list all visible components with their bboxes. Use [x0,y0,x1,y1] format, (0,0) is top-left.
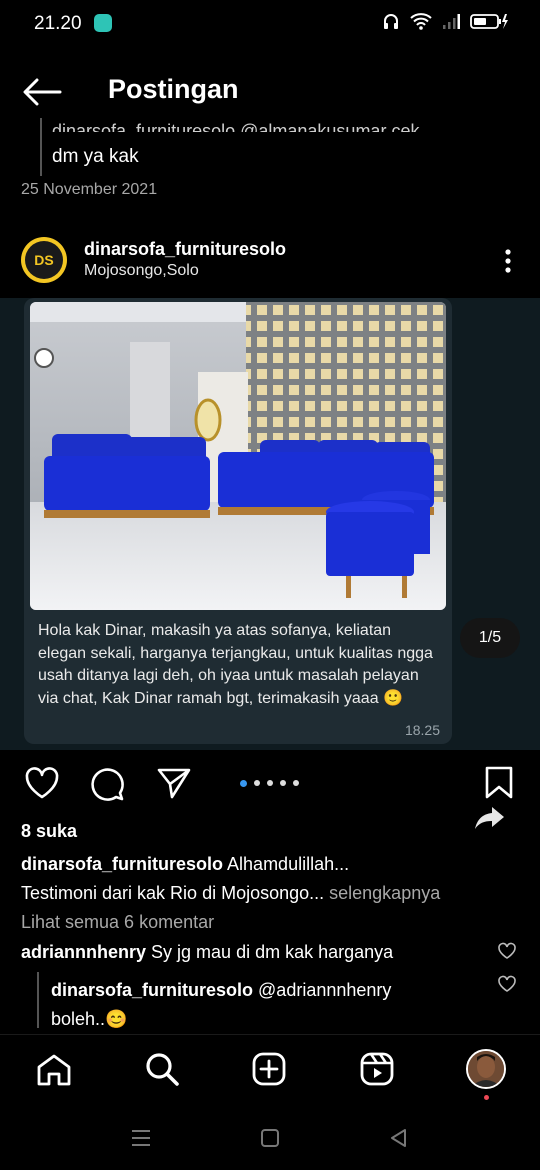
battery-icon [470,14,508,29]
reply-text: dm ya kak [52,146,139,167]
notification-icon [94,14,112,32]
caption-username[interactable]: dinarsofa_furnituresolo [21,854,223,874]
carousel-dot [293,780,299,786]
profile-avatar[interactable]: DS [21,237,67,283]
back-button-icon[interactable] [388,1128,408,1148]
comment-icon[interactable] [90,766,126,802]
carousel-dots [240,780,299,787]
chat-bubble: Hola kak Dinar, makasih ya atas sofanya,… [24,298,452,744]
bookmark-icon[interactable] [484,766,514,800]
wifi-icon [410,13,432,30]
post-image[interactable]: Hola kak Dinar, makasih ya atas sofanya,… [0,298,540,829]
comment: adriannnhenry Sy jg mau di dm kak hargan… [21,942,491,963]
carousel-dot [280,780,286,786]
share-icon[interactable] [156,766,192,800]
comment-text-2: boleh..😊 [51,1009,128,1029]
cut-off-comment: dinarsofa_furnituresolo @almanakusumar c… [52,121,420,132]
profile-avatar-tab[interactable] [466,1049,506,1089]
carousel-dot [254,780,260,786]
carousel-dot [267,780,273,786]
post-caption: dinarsofa_furnituresolo Alhamdulillah...… [21,850,531,908]
recents-menu-icon[interactable] [130,1128,152,1148]
headphones-icon [384,14,398,29]
view-all-comments-link[interactable]: Lihat semua 6 komentar [21,912,214,933]
post-username[interactable]: dinarsofa_furnituresolo [84,239,286,260]
notification-dot [484,1095,489,1100]
likes-count[interactable]: 8 suka [21,821,77,842]
app-header: Postingan [0,60,540,120]
search-icon[interactable] [144,1051,180,1087]
comment-like-icon[interactable] [497,942,517,960]
caption-text-2: Testimoni dari kak Rio di Mojosongo... [21,883,325,903]
comment-text: Sy jg mau di dm kak harganya [146,942,394,962]
comment-text: @adriannnhenry [253,980,392,1000]
comment-username[interactable]: adriannnhenry [21,942,146,962]
bubble-caption: Hola kak Dinar, makasih ya atas sofanya,… [38,622,433,707]
reply-thread-line [40,118,42,176]
status-time: 21.20 [34,13,82,34]
reels-icon[interactable] [360,1052,394,1086]
comment-username[interactable]: dinarsofa_furnituresolo [51,980,253,1000]
reply-thread-line [37,972,39,1028]
status-bar: 21.20 [0,0,540,48]
back-arrow-icon[interactable] [22,78,62,106]
home-button-icon[interactable] [260,1128,280,1148]
like-icon[interactable] [24,766,60,800]
more-options-icon[interactable] [498,247,518,275]
forward-icon [475,807,504,829]
bubble-timestamp: 18.25 [404,722,440,738]
post-location[interactable]: Mojosongo,Solo [84,262,199,280]
home-icon[interactable] [36,1053,72,1087]
sofa-photo [30,302,446,610]
comment-like-icon[interactable] [497,975,517,993]
status-icons [382,12,508,30]
carousel-counter: 1/5 [460,618,520,658]
comment-reply: dinarsofa_furnituresolo @adriannnhenry b… [51,976,491,1034]
bottom-tab-bar [0,1034,540,1107]
post-date: 25 November 2021 [21,181,158,198]
system-nav-bar [0,1106,540,1170]
see-more-link[interactable]: selengkapnya [324,883,440,903]
avatar-logo: DS [25,241,63,279]
page-title: Postingan [108,74,239,104]
create-post-icon[interactable] [252,1052,286,1086]
carousel-dot [240,780,247,787]
signal-icon [443,14,460,29]
caption-text: Alhamdulillah... [223,854,350,874]
